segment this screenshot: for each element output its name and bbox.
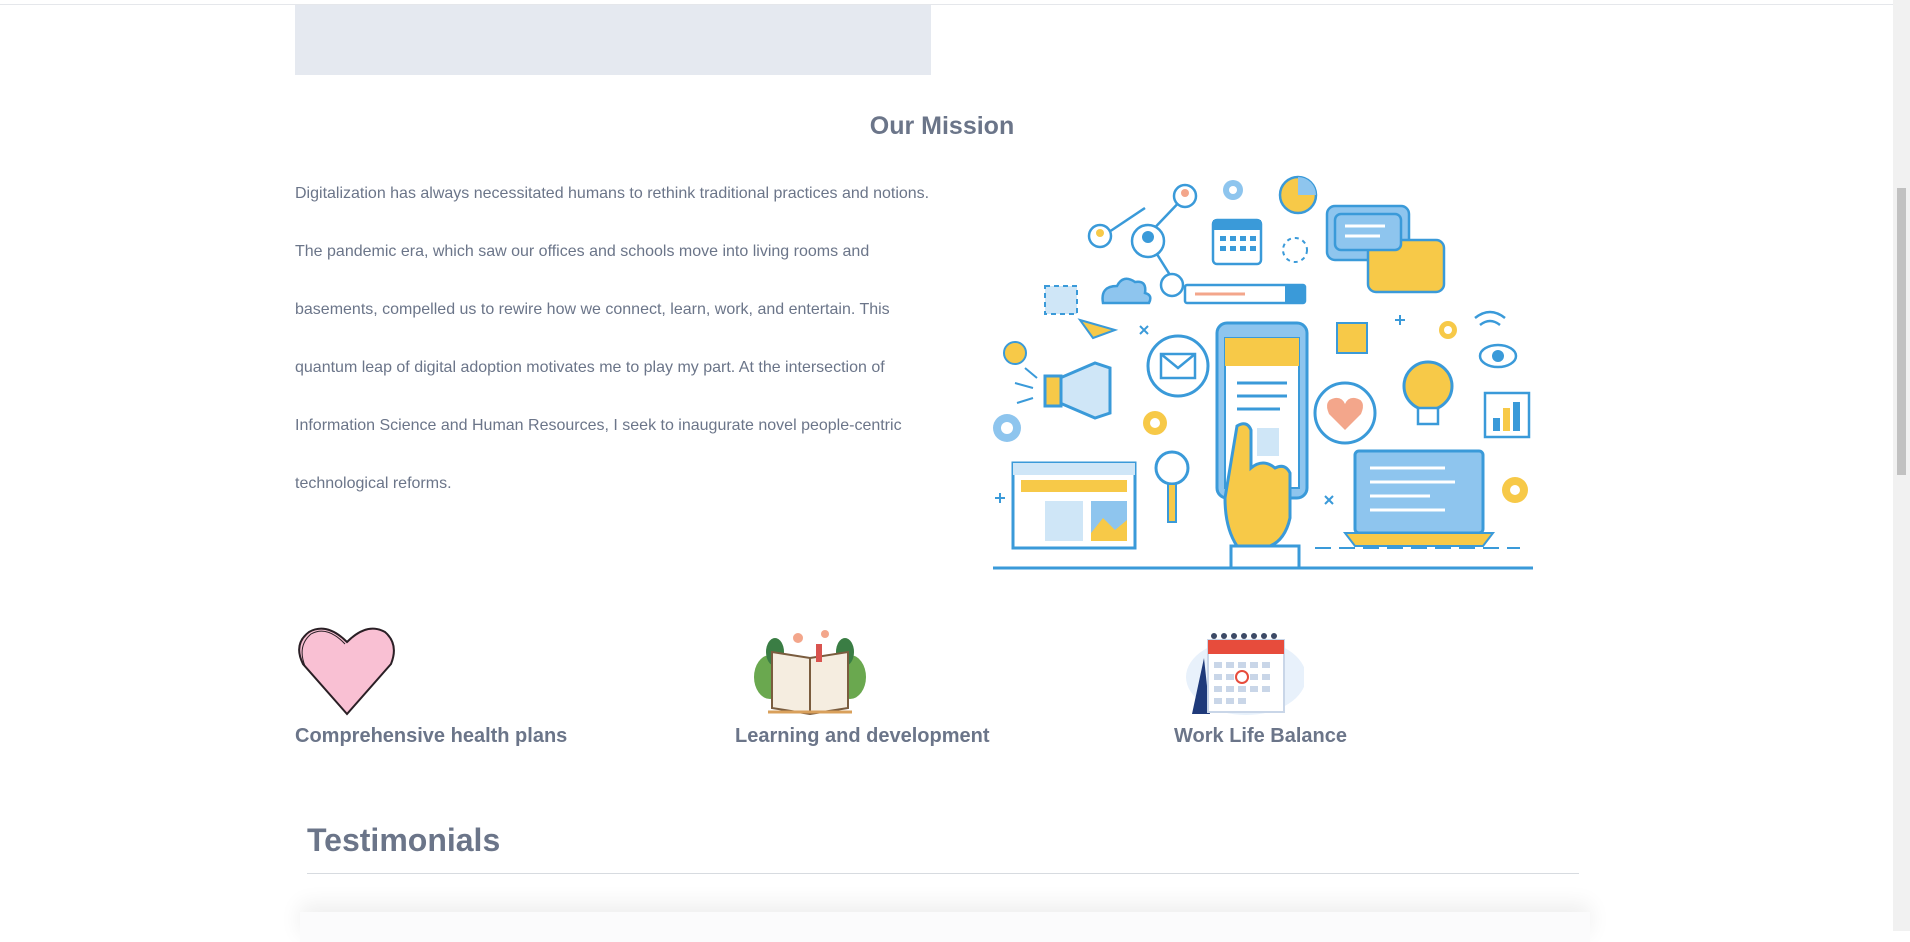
testimonials-title: Testimonials [307, 822, 501, 858]
top-border [0, 4, 1897, 5]
feature-label-learning: Learning and development [735, 725, 990, 747]
testimonial-card [300, 912, 1590, 942]
digital-devices-illustration [993, 175, 1533, 570]
heart-icon [298, 627, 395, 716]
feature-label-work-life: Work Life Balance [1174, 725, 1348, 747]
feature-label-health: Comprehensive health plans [295, 725, 568, 747]
testimonials-divider [307, 873, 1579, 874]
scrollbar-thumb[interactable] [1897, 188, 1906, 475]
calendar-icon [1186, 633, 1304, 715]
mission-title: Our Mission [869, 112, 1015, 140]
mission-paragraph: Digitalization has always necessitated h… [295, 185, 930, 492]
page-scrollbar[interactable] [1893, 0, 1910, 931]
open-book-icon [754, 630, 866, 716]
hero-image-placeholder [295, 5, 931, 75]
